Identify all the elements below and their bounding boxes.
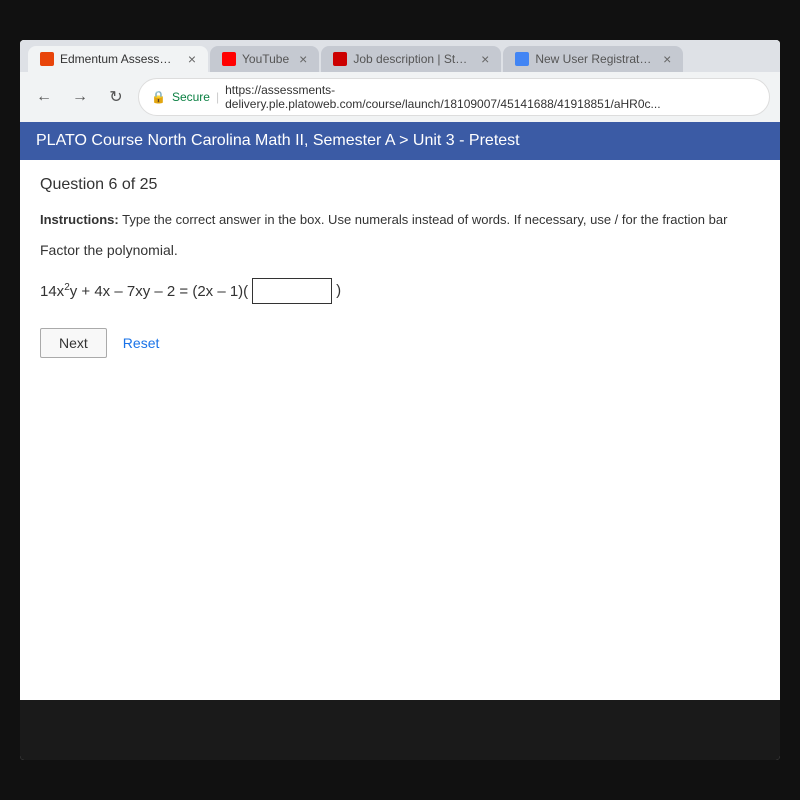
equation-line: 14x2y + 4x – 7xy – 2 = (2x – 1)( ) <box>40 278 760 304</box>
new-user-favicon <box>515 52 529 66</box>
tab-staples-label: Job description | Staples <box>353 52 471 66</box>
reload-button[interactable]: ↻ <box>102 83 130 111</box>
answer-input[interactable] <box>252 278 332 304</box>
monitor-frame: Edmentum Assessments × YouTube × Job des… <box>0 0 800 800</box>
course-header: PLATO Course North Carolina Math II, Sem… <box>20 122 780 160</box>
browser-chrome: Edmentum Assessments × YouTube × Job des… <box>20 40 780 122</box>
tab-youtube[interactable]: YouTube × <box>210 46 319 72</box>
edmentum-favicon <box>40 52 54 66</box>
reset-button[interactable]: Reset <box>123 335 160 351</box>
question-counter: Question 6 of 25 <box>40 176 760 194</box>
tab-youtube-label: YouTube <box>242 52 289 66</box>
tab-bar: Edmentum Assessments × YouTube × Job des… <box>20 40 780 72</box>
youtube-favicon <box>222 52 236 66</box>
forward-button[interactable]: → <box>66 83 94 111</box>
staples-favicon <box>333 52 347 66</box>
bottom-black-bar <box>20 700 780 760</box>
equation-suffix: ) <box>336 282 341 299</box>
instructions-block: Instructions: Type the correct answer in… <box>40 210 760 230</box>
tab-edmentum-close[interactable]: × <box>188 52 196 66</box>
question-area: Question 6 of 25 Instructions: Type the … <box>20 160 780 374</box>
tab-new-user-close[interactable]: × <box>663 52 671 66</box>
equation-prefix: 14x2y + 4x – 7xy – 2 = (2x – 1)( <box>40 282 248 300</box>
secure-text: Secure <box>172 90 210 104</box>
back-button[interactable]: ← <box>30 83 58 111</box>
next-button[interactable]: Next <box>40 328 107 358</box>
tab-staples[interactable]: Job description | Staples × <box>321 46 501 72</box>
tab-edmentum[interactable]: Edmentum Assessments × <box>28 46 208 72</box>
instructions-text: Type the correct answer in the box. Use … <box>122 212 727 227</box>
address-bar-row: ← → ↻ 🔒 Secure | https://assessments-del… <box>20 72 780 122</box>
tab-new-user[interactable]: New User Registration × <box>503 46 683 72</box>
course-title: PLATO Course North Carolina Math II, Sem… <box>36 132 520 149</box>
browser-window: Edmentum Assessments × YouTube × Job des… <box>20 40 780 760</box>
tab-youtube-close[interactable]: × <box>299 52 307 66</box>
instructions-label: Instructions: <box>40 212 119 227</box>
url-text: https://assessments-delivery.ple.platowe… <box>225 83 757 111</box>
problem-text: Factor the polynomial. <box>40 242 760 258</box>
url-separator: | <box>216 90 219 104</box>
button-row: Next Reset <box>40 328 760 358</box>
tab-new-user-label: New User Registration <box>535 52 653 66</box>
content-area: Question 6 of 25 Instructions: Type the … <box>20 160 780 700</box>
tab-edmentum-label: Edmentum Assessments <box>60 52 178 66</box>
address-bar[interactable]: 🔒 Secure | https://assessments-delivery.… <box>138 78 770 116</box>
lock-icon: 🔒 <box>151 90 166 104</box>
tab-staples-close[interactable]: × <box>481 52 489 66</box>
